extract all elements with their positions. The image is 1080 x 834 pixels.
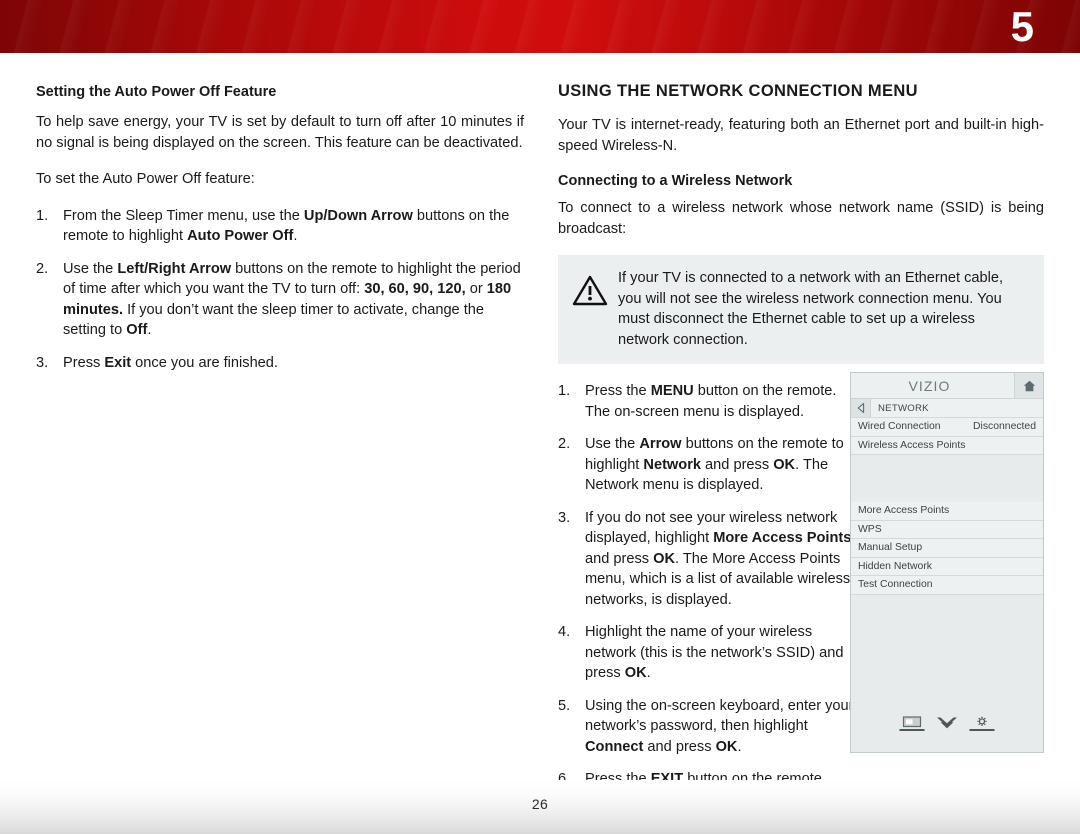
step-text: Using the on-screen keyboard, enter your… [585,697,854,755]
tv-menu-row[interactable]: WPS [851,520,1043,539]
step-item: 5. Using the on-screen keyboard, enter yo… [558,696,857,758]
tv-menu-row-label: More Access Points [858,505,950,517]
tv-menu-bottom-bar [851,705,1043,746]
step-text: Use the Left/Right Arrow buttons on the … [63,260,521,339]
page-content: Setting the Auto Power Off Feature To he… [0,53,1080,787]
tv-menu-row[interactable]: Wireless Access Points [851,436,1043,455]
warning-note-box: If your TV is connected to a network wit… [558,255,1044,364]
tv-menu-bottom-rows: More Access Points WPS Manual Setup Hidden … [851,502,1043,595]
tv-onscreen-menu: VIZIO NETWORK Wired Connection Disconnect… [850,372,1044,753]
right-sub-heading: Connecting to a Wireless Network [558,173,793,189]
step-item: 1. Press the MENU button on the remote. T… [558,381,857,422]
tv-menu-row[interactable]: Manual Setup [851,539,1043,558]
tv-menu-row-label: Manual Setup [858,542,923,554]
step-item: 2. Use the Arrow buttons on the remote to… [558,434,857,496]
right-paragraph-2: To connect to a wireless network whose n… [558,200,1044,237]
step-text: Highlight the name of your wireless netw… [585,624,844,681]
step-number: 1. [36,207,49,224]
step-item: 3. Press Exit once you are finished. [36,353,524,374]
step-number: 3. [36,354,49,371]
left-paragraph-2: To set the Auto Power Off feature: [36,171,255,187]
settings-gear-icon[interactable] [969,716,995,735]
step-number: 2. [36,260,49,277]
left-steps-list: 1. From the Sleep Timer menu, use the Up/… [36,206,524,374]
step-number: 2. [558,436,571,452]
step-text: If you do not see your wireless network … [585,509,852,608]
picture-icon[interactable] [899,716,925,735]
chapter-header-banner: 5 [0,0,1080,53]
left-section-heading: Setting the Auto Power Off Feature [36,84,277,100]
tv-menu-row-value: Disconnected [973,421,1036,433]
step-item: 3. If you do not see your wireless networ… [558,508,857,611]
step-number: 3. [558,509,571,526]
home-icon[interactable] [1014,373,1043,398]
tv-menu-row-label: Wireless Access Points [858,439,966,451]
tv-menu-breadcrumb-label: NETWORK [878,402,929,414]
step-text: From the Sleep Timer menu, use the Up/Do… [63,207,510,245]
tv-menu-breadcrumb: NETWORK [851,399,1043,418]
chevron-double-down-icon[interactable] [936,716,958,735]
tv-menu-spacer-lower [851,594,1043,706]
step-text: Use the Arrow buttons on the remote to h… [585,436,844,493]
step-text: Press the MENU button on the remote. The… [585,383,837,420]
tv-menu-topbar: VIZIO [851,373,1043,399]
tv-menu-row[interactable]: Wired Connection Disconnected [851,418,1043,437]
tv-menu-row-label: Wired Connection [858,421,941,433]
tv-menu-row[interactable]: Hidden Network [851,557,1043,576]
tv-menu-row-label: Test Connection [858,579,933,591]
step-number: 1. [558,383,571,399]
chapter-number: 5 [1010,3,1034,50]
tv-menu-spacer-upper [851,455,1043,502]
left-paragraph-1: To help save energy, your TV is set by d… [36,114,524,151]
tv-menu-top-rows: Wired Connection Disconnected Wireless Acc… [851,418,1043,455]
back-arrow-icon[interactable] [851,399,871,417]
step-item: 2. Use the Left/Right Arrow buttons on th… [36,259,524,341]
step-number: 5. [558,697,571,714]
warning-note-text: If your TV is connected to a network wit… [618,270,1004,348]
right-paragraph-1: Your TV is internet-ready, featuring bot… [558,117,1044,154]
tv-menu-row[interactable]: More Access Points [851,502,1043,521]
left-column: Setting the Auto Power Off Feature To he… [36,53,524,373]
step-item: 4. Highlight the name of your wireless ne… [558,622,857,684]
tv-menu-row-label: WPS [858,523,882,535]
tv-menu-row-label: Hidden Network [858,560,932,572]
step-text: Press Exit once you are finished. [63,354,278,371]
page-title: USING THE NETWORK CONNECTION MENU [558,82,918,100]
step-number: 4. [558,624,571,640]
warning-triangle-icon [572,274,608,311]
step-item: 1. From the Sleep Timer menu, use the Up/… [36,206,524,247]
vizio-logo: VIZIO [908,377,951,394]
tv-menu-row[interactable]: Test Connection [851,576,1043,595]
page-number: 26 [531,796,549,812]
